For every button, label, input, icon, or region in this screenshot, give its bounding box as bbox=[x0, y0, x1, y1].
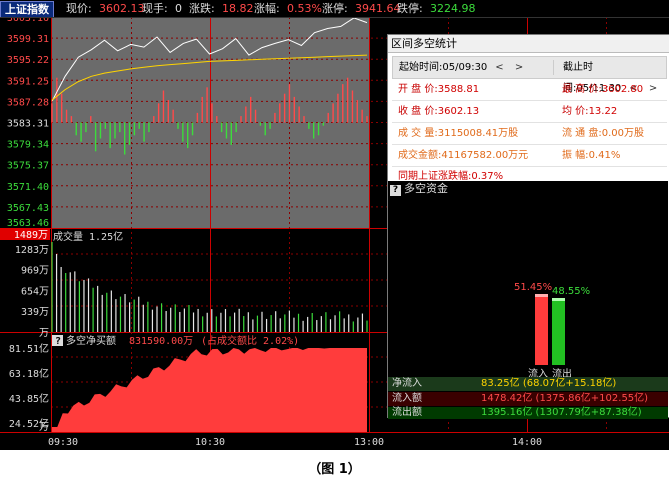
start-time-label: 起始时间: bbox=[399, 62, 443, 73]
limit-down-label: 跌停: bbox=[397, 2, 423, 15]
price-tick-label: 3583.31 bbox=[7, 119, 49, 130]
netflow-tick-label: 63.18亿 bbox=[9, 367, 49, 380]
inflow-bar bbox=[535, 294, 548, 365]
money-flow-header: ? 多空资金 bbox=[388, 181, 668, 196]
open-high-row: 开 盘 价:3588.81 最 高 价:3602.80 bbox=[392, 79, 667, 101]
outflow-amount-value: 1395.16亿 bbox=[481, 407, 533, 418]
change-value: 18.82 bbox=[222, 2, 254, 15]
help-icon[interactable]: ? bbox=[390, 185, 401, 196]
range-stats-window[interactable]: 区间多空统计 起始时间:05/09:30 < > 截止时间:05/11:30 < >… bbox=[387, 34, 669, 419]
open-label: 开 盘 价: bbox=[398, 84, 438, 95]
netflow-ratio: (占成交额比 2.02%) bbox=[201, 334, 299, 347]
net-inflow-detail: (68.07亿+15.18亿) bbox=[522, 378, 617, 389]
volume-label: 成 交 量: bbox=[398, 128, 438, 139]
volume-row: 成 交 量:3115008.41万股 流 通 盘:0.00万股 bbox=[392, 123, 667, 145]
outflow-amount-label: 流出额 bbox=[392, 407, 422, 418]
cursor-volume-tag: 1489万 bbox=[14, 230, 48, 241]
price-tick-label: 3567.43 bbox=[7, 203, 49, 214]
net-inflow-row: 净流入 83.25亿 (68.07亿+15.18亿) bbox=[388, 377, 668, 391]
time-tick-label: 13:00 bbox=[354, 437, 384, 448]
volume-tick-label: 1283万 bbox=[15, 245, 49, 256]
limit-down-value: 3224.98 bbox=[430, 2, 476, 15]
time-tick-label: 09:30 bbox=[48, 437, 78, 448]
volume-tick-label: 339万 bbox=[21, 307, 49, 318]
net-inflow-value: 83.25亿 bbox=[481, 378, 520, 389]
time-tick-label: 10:30 bbox=[195, 437, 225, 448]
time-range-row: 起始时间:05/09:30 < > 截止时间:05/11:30 < > bbox=[392, 56, 667, 94]
open-value: 3588.81 bbox=[437, 84, 480, 95]
range-stats: 起始时间:05/09:30 < > 截止时间:05/11:30 < > 开 盘 价:… bbox=[392, 56, 667, 186]
pct-label: 涨幅: bbox=[254, 2, 280, 15]
high-label: 最 高 价: bbox=[562, 84, 602, 95]
price-tick-label: 3591.25 bbox=[7, 76, 49, 87]
close-label: 收 盘 价: bbox=[398, 106, 438, 117]
inflow-amount-label: 流入额 bbox=[392, 393, 422, 404]
avg-label: 均 价: bbox=[562, 106, 589, 117]
turnover-value: 0.00万股 bbox=[601, 128, 644, 139]
window-title[interactable]: 区间多空统计 bbox=[388, 35, 669, 53]
money-flow-title: 多空资金 bbox=[404, 182, 448, 195]
inflow-amount-detail: (1375.86亿+102.55亿) bbox=[535, 393, 649, 404]
outflow-pct: 48.55% bbox=[552, 286, 591, 297]
net-inflow-label: 净流入 bbox=[392, 378, 422, 389]
amplitude-value: 0.41% bbox=[588, 150, 621, 161]
netflow-value: 831590.00万 bbox=[129, 336, 193, 347]
close-avg-row: 收 盘 价:3602.13 均 价:13.22 bbox=[392, 101, 667, 123]
netflow-tick-label: 81.51亿 bbox=[9, 342, 49, 355]
outflow-bar bbox=[552, 298, 565, 365]
figure-caption: （图 1） bbox=[308, 462, 361, 477]
amount-value: 41167582.00万元 bbox=[441, 150, 529, 161]
pct-value: 0.53% bbox=[287, 2, 322, 15]
outflow-amount-row: 流出额 1395.16亿 (1307.79亿+87.38亿) bbox=[388, 407, 668, 419]
turnover-label: 流 通 盘: bbox=[562, 128, 602, 139]
price-tick-label: 3575.37 bbox=[7, 161, 49, 172]
price-tick-label: 3571.40 bbox=[7, 182, 49, 193]
outflow-amount-detail: (1307.79亿+87.38亿) bbox=[535, 407, 642, 418]
inflow-amount-row: 流入额 1478.42亿 (1375.86亿+102.55亿) bbox=[388, 392, 668, 406]
index-name[interactable]: 上证指数 bbox=[0, 1, 54, 17]
volume-tick-label: 万 bbox=[39, 328, 49, 339]
price-tick-label: 3587.28 bbox=[7, 97, 49, 108]
high-value: 3602.80 bbox=[601, 84, 644, 95]
amount-row: 成交金额:41167582.00万元 振 幅:0.41% bbox=[392, 145, 667, 167]
help-icon: ? bbox=[55, 336, 61, 347]
stock-terminal: 3603.16 3599.31 3595.22 3591.25 3587.28 3583.… bbox=[0, 0, 669, 450]
hand-value: 0 bbox=[175, 2, 182, 15]
price-tick-label: 3599.31 bbox=[7, 34, 49, 45]
money-flow-pane: ? 多空资金 51.45% 48.55% 流入 流出 净流入 83.25亿 (68… bbox=[388, 181, 668, 419]
close-value: 3602.13 bbox=[437, 106, 480, 117]
inflow-pct: 51.45% bbox=[514, 282, 553, 293]
change-label: 涨跌: bbox=[189, 2, 215, 15]
amplitude-label: 振 幅: bbox=[562, 150, 589, 161]
volume-tick-label: 969万 bbox=[21, 266, 49, 277]
netflow-tick-label: 万 bbox=[39, 422, 49, 433]
divider bbox=[553, 60, 554, 75]
volume-title: 成交量 1.25亿 bbox=[53, 230, 123, 243]
start-time-nav[interactable]: < > bbox=[495, 62, 527, 73]
hand-label: 现手: bbox=[142, 2, 168, 15]
price-tick-label: 3563.46 bbox=[7, 218, 49, 229]
time-tick-label: 14:00 bbox=[512, 437, 542, 448]
amount-label: 成交金额: bbox=[398, 150, 442, 161]
volume-value: 3115008.41万股 bbox=[437, 128, 519, 139]
volume-tick-label: 654万 bbox=[21, 286, 49, 297]
price-label: 现价: bbox=[66, 2, 92, 15]
price-tick-label: 3595.22 bbox=[7, 55, 49, 66]
limit-up-label: 涨停: bbox=[322, 2, 348, 15]
inflow-amount-value: 1478.42亿 bbox=[481, 393, 533, 404]
price-tick-label: 3579.34 bbox=[7, 140, 49, 151]
netflow-title: 多空净买额 bbox=[66, 334, 116, 347]
quote-header: 上证指数 现价: 3602.13 现手: 0 涨跌: 18.82 涨幅: 0.5… bbox=[0, 0, 669, 18]
price-value: 3602.13 bbox=[99, 2, 145, 15]
avg-value: 13.22 bbox=[588, 106, 618, 117]
start-time-value: 05/09:30 bbox=[442, 62, 488, 73]
limit-up-value: 3941.64 bbox=[355, 2, 401, 15]
netflow-tick-label: 43.85亿 bbox=[9, 392, 49, 405]
